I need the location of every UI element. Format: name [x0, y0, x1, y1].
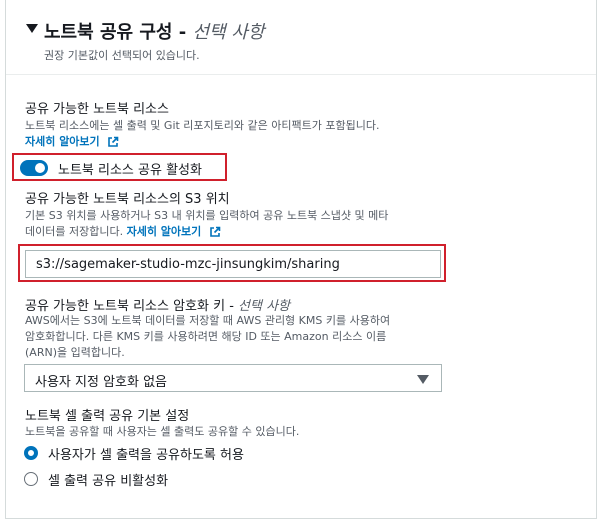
shareable-learn-more-link[interactable]: 자세히 알아보기: [25, 134, 119, 150]
learn-more-label[interactable]: 자세히 알아보기: [25, 135, 100, 148]
disable-cell-output-label[interactable]: 셀 출력 공유 비활성화: [48, 470, 168, 489]
section-header[interactable]: 노트북 공유 구성 - 선택 사항 권장 기본값이 선택되어 있습니다.: [6, 0, 596, 75]
allow-cell-output-radio[interactable]: [24, 446, 38, 460]
share-resources-toggle[interactable]: [20, 160, 48, 176]
dropdown-arrow-icon: [417, 375, 429, 384]
s3-learn-more-link[interactable]: 자세히 알아보기: [127, 225, 202, 238]
external-link-icon: [108, 136, 119, 147]
caret-down-icon[interactable]: [26, 24, 38, 33]
section-title: 노트북 공유 구성 - 선택 사항: [44, 22, 265, 43]
share-resources-toggle-label[interactable]: 노트북 리소스 공유 활성화: [58, 159, 202, 178]
external-link-icon: [209, 226, 221, 237]
encryption-description-line1: AWS에서는 S3에 노트북 데이터를 저장할 때 AWS 관리형 KMS 키를…: [25, 314, 391, 327]
shareable-resources-description: 노트북 리소스에는 셀 출력 및 Git 리포지토리와 같은 아티팩트가 포함됩…: [25, 119, 380, 132]
encryption-key-optional: 선택 사항: [238, 299, 291, 314]
toggle-knob: [35, 163, 45, 173]
shareable-resources-label: 공유 가능한 노트북 리소스: [25, 102, 169, 117]
encryption-key-select[interactable]: 사용자 지정 암호화 없음: [24, 364, 442, 392]
s3-location-label: 공유 가능한 노트북 리소스의 S3 위치: [25, 192, 230, 207]
encryption-selected-value: 사용자 지정 암호화 없음: [35, 375, 167, 390]
cell-output-description: 노트북을 공유할 때 사용자는 셀 출력도 공유할 수 있습니다.: [25, 425, 300, 438]
encryption-description-line3: (ARN)을 입력합니다.: [25, 346, 125, 359]
allow-cell-output-label[interactable]: 사용자가 셀 출력을 공유하도록 허용: [48, 444, 244, 463]
section-subtitle: 권장 기본값이 선택되어 있습니다.: [44, 49, 200, 62]
s3-location-description-line2: 데이터를 저장합니다. 자세히 알아보기: [25, 224, 221, 240]
s3-location-input[interactable]: [25, 250, 441, 278]
s3-location-description-line1: 기본 S3 위치를 사용하거나 S3 내 위치를 입력하여 공유 노트북 스냅샷…: [25, 209, 389, 222]
encryption-key-label: 공유 가능한 노트북 리소스 암호화 키 - 선택 사항: [25, 299, 291, 314]
disable-cell-output-radio[interactable]: [24, 472, 38, 486]
cell-output-label: 노트북 셀 출력 공유 기본 설정: [25, 409, 190, 424]
section-title-optional: 선택 사항: [192, 22, 265, 43]
encryption-description-line2: 암호화합니다. 다른 KMS 키를 사용하려면 해당 ID 또는 Amazon …: [25, 330, 387, 343]
